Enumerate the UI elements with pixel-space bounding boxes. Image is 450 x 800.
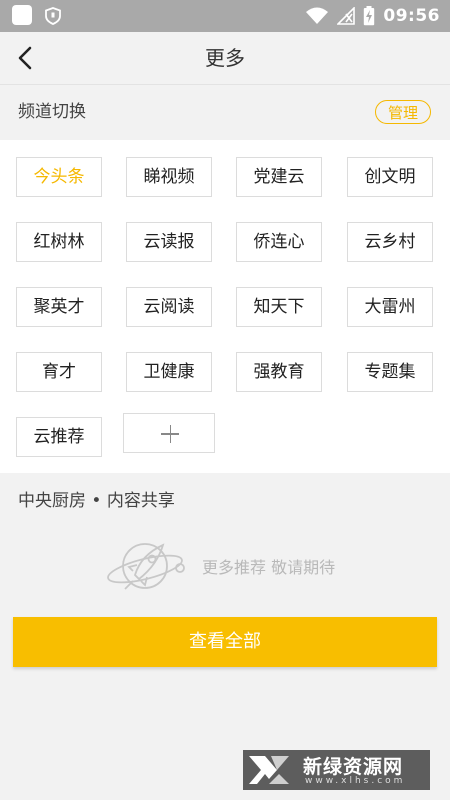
channel-grid: 今头条 睇视频 党建云 创文明红树林 云读报 侨连心 云乡村聚英才 云阅读 知天下 大雷州育才 卫健… (0, 140, 450, 473)
watermark-url: www.xlhs.com (305, 776, 406, 786)
channel-chip[interactable]: 云读报 (126, 222, 212, 262)
empty-state-text: 更多推荐 敬请期待 (202, 558, 336, 577)
channel-chip[interactable]: 党建云 (236, 157, 322, 197)
channel-chip[interactable]: 育才 (16, 352, 102, 392)
channel-switch-header: 频道切换 管理 (0, 85, 450, 140)
channel-chip[interactable]: 创文明 (347, 157, 433, 197)
watermark-text: 新绿资源网 (303, 756, 404, 778)
view-all-button[interactable]: 查看全部 (13, 617, 437, 667)
rocket-planet-icon (107, 543, 185, 590)
channel-chip[interactable]: 强教育 (236, 352, 322, 392)
kitchen-title: 中央厨房 • 内容共享 (18, 491, 175, 511)
watermark: 新绿资源网 www.xlhs.com (243, 750, 430, 790)
no-signal-icon (337, 7, 356, 25)
channel-chip[interactable]: 云阅读 (126, 287, 212, 327)
page-title: 更多 (205, 46, 245, 70)
channel-chip[interactable]: 大雷州 (347, 287, 433, 327)
channel-chip[interactable]: 今头条 (16, 157, 102, 197)
add-channel-button[interactable] (123, 413, 215, 453)
channel-chip[interactable]: 侨连心 (236, 222, 322, 262)
channel-chip[interactable]: 红树林 (16, 222, 102, 262)
battery-charging-icon (364, 6, 375, 26)
channel-chip[interactable]: 卫健康 (126, 352, 212, 392)
watermark-logo-icon (249, 756, 289, 784)
status-bar: 09:56 (0, 0, 450, 32)
channel-chip[interactable]: 专题集 (347, 352, 433, 392)
channel-chip[interactable]: 知天下 (236, 287, 322, 327)
empty-state: 更多推荐 敬请期待 (105, 535, 365, 595)
channel-chip[interactable]: 云乡村 (347, 222, 433, 262)
channel-chip[interactable]: 聚英才 (16, 287, 102, 327)
channel-chip[interactable]: 云推荐 (16, 417, 102, 457)
status-time: 09:56 (383, 6, 440, 26)
channel-switch-title: 频道切换 (18, 102, 86, 122)
header: 更多 (0, 32, 450, 85)
channel-chip[interactable]: 睇视频 (126, 157, 212, 197)
app-square-icon (12, 5, 32, 25)
manage-button[interactable]: 管理 (375, 100, 431, 124)
wifi-icon (306, 7, 329, 24)
shield-icon (45, 7, 61, 25)
